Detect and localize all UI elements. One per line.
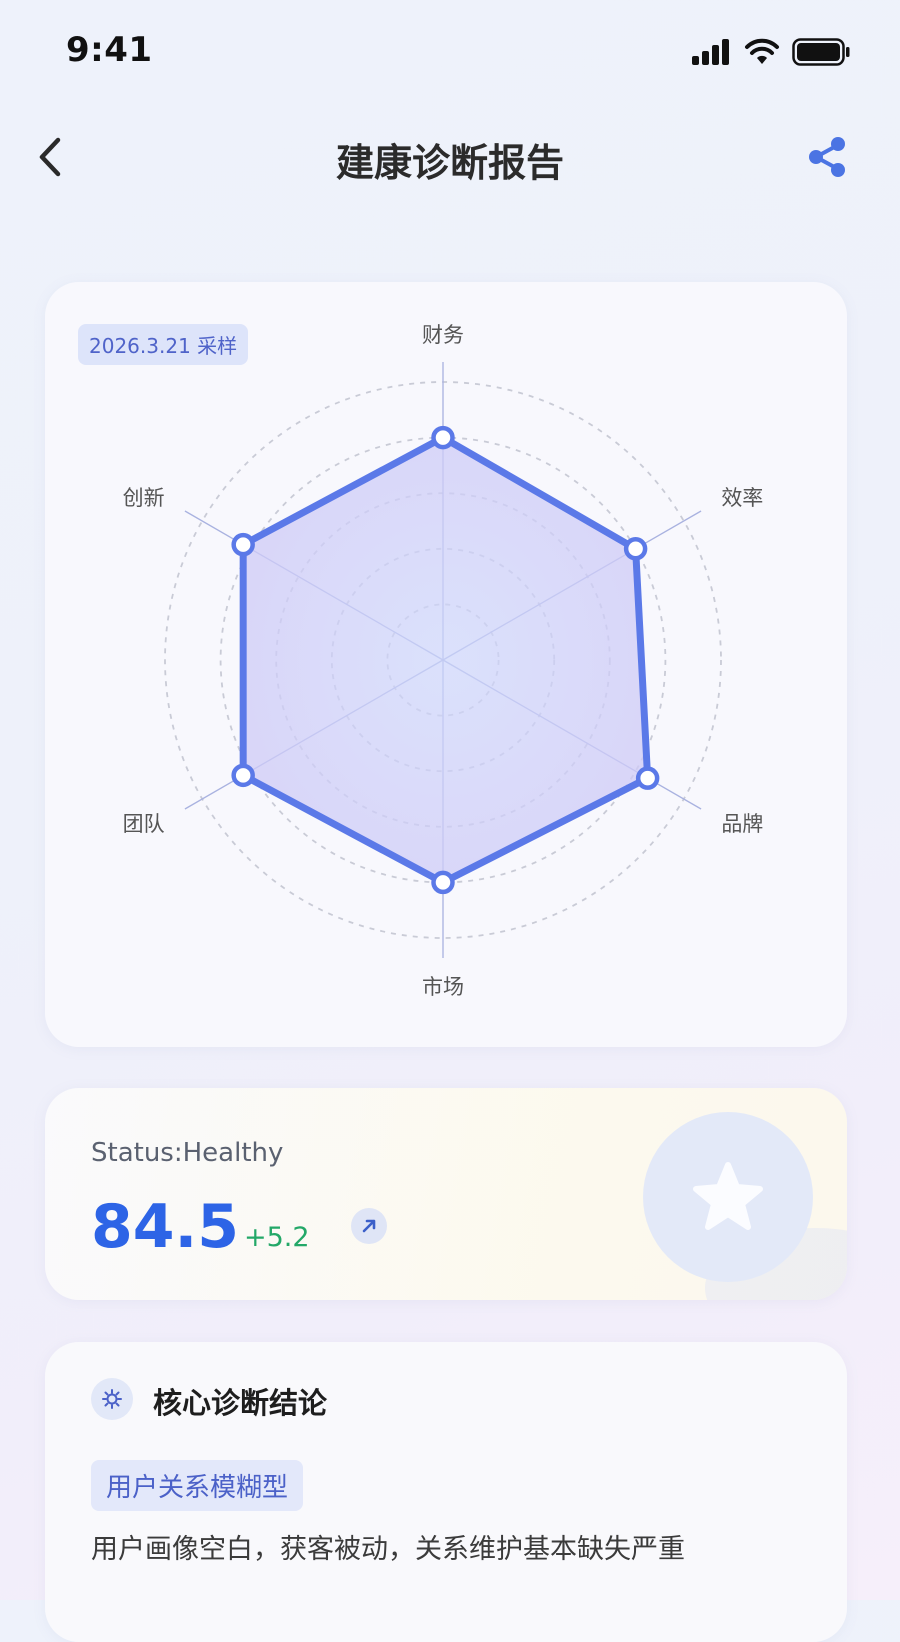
diagnosis-tag: 用户关系模糊型 xyxy=(91,1460,304,1511)
radar-axis-label: 效率 xyxy=(721,486,763,510)
share-icon xyxy=(809,137,845,177)
diagnosis-title: 核心诊断结论 xyxy=(153,1386,328,1420)
arrow-up-right-icon xyxy=(362,1219,376,1233)
radar-axis-label: 团队 xyxy=(123,812,165,836)
share-button[interactable] xyxy=(804,134,850,180)
page-title: 建康诊断报告 xyxy=(335,141,564,185)
status-card: Status:Healthy 84.5 +5.2 xyxy=(45,1088,847,1300)
diagnosis-card: 核心诊断结论 用户关系模糊型 用户画像空白，获客被动，关系维护基本缺失严重 xyxy=(45,1342,847,1642)
diagnosis-text: 用户画像空白，获客被动，关系维护基本缺失严重 xyxy=(91,1534,685,1565)
radar-data-point xyxy=(231,532,255,557)
radar-axis-label: 品牌 xyxy=(721,812,763,836)
badge-circle xyxy=(643,1112,813,1282)
radar-card: 财务效率品牌市场 团队 创新 2026.3.21 采样 xyxy=(45,282,847,1047)
star-icon xyxy=(693,1162,763,1230)
radar-data-point xyxy=(231,763,255,788)
health-score: 84.5 xyxy=(91,1192,240,1262)
radar-series-area xyxy=(239,434,652,886)
sample-date-tag: 2026.3.21 采样 xyxy=(78,324,249,365)
status-bar: 9:41 xyxy=(0,0,900,100)
radar-data-point xyxy=(431,870,455,895)
battery-icon xyxy=(792,38,850,66)
bug-icon xyxy=(102,1389,122,1409)
score-delta: +5.2 xyxy=(244,1222,310,1253)
trend-button[interactable] xyxy=(351,1208,387,1244)
radar-chart: 财务效率品牌市场 团队 创新 xyxy=(123,323,764,999)
radar-data-point xyxy=(623,537,648,561)
radar-data-point xyxy=(431,425,455,450)
status-icons xyxy=(692,38,850,66)
status-label: Status:Healthy xyxy=(91,1138,284,1168)
radar-axis-label: 市场 xyxy=(422,975,464,999)
radar-data-point xyxy=(635,766,660,790)
signal-icon xyxy=(692,39,729,65)
radar-axis-label: 财务 xyxy=(422,323,464,347)
wifi-icon xyxy=(745,38,779,64)
radar-axis-label: 创新 xyxy=(123,486,165,510)
diagnosis-icon-wrap xyxy=(91,1378,133,1420)
status-time: 9:41 xyxy=(66,30,153,70)
nav-bar: 建康诊断报告 xyxy=(0,118,900,198)
